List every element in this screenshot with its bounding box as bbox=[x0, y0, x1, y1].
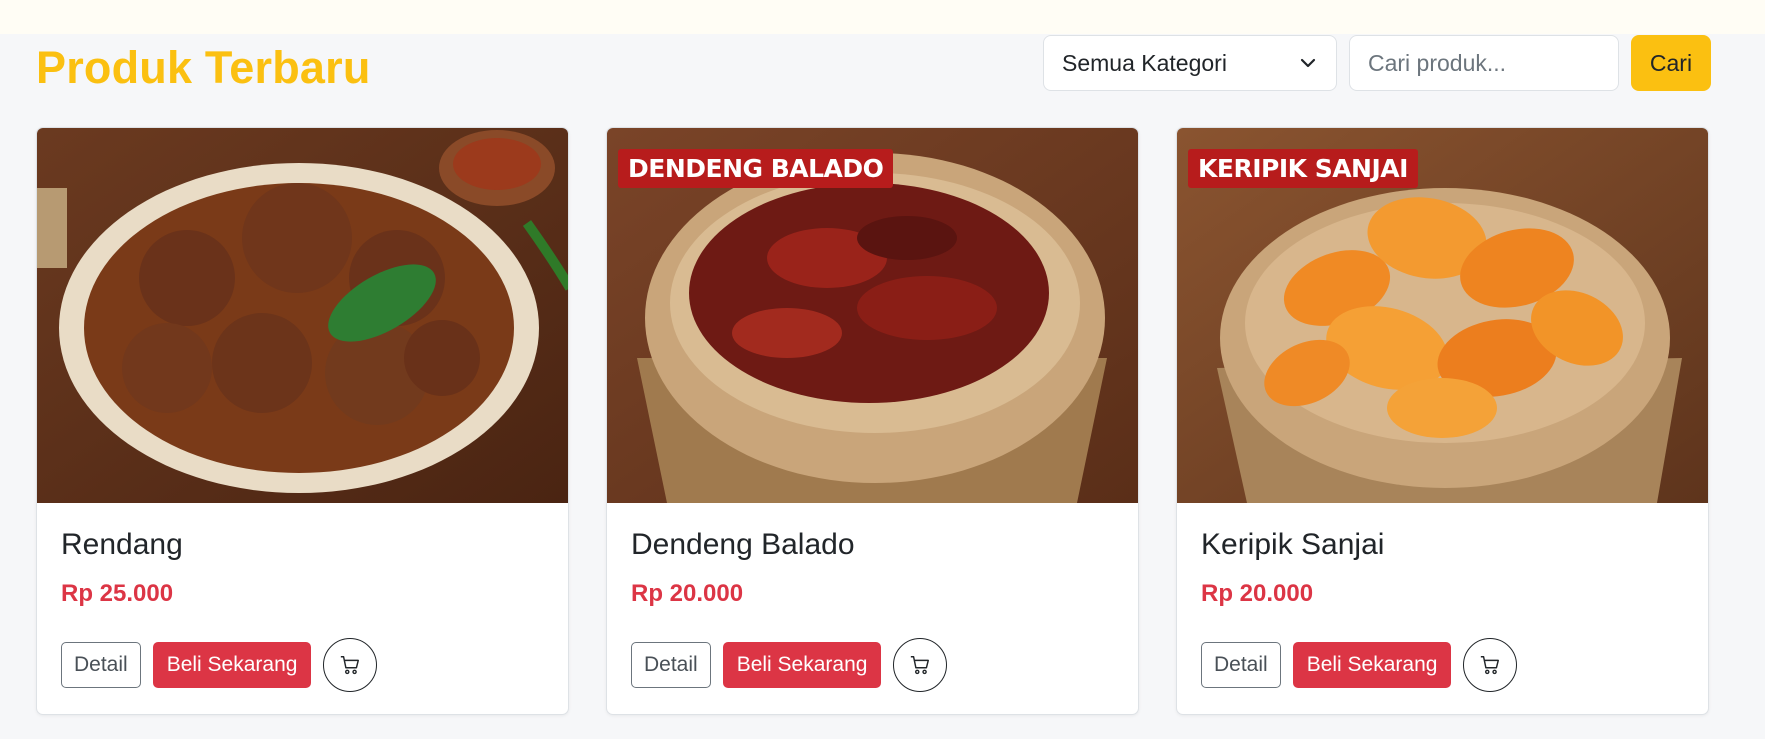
detail-button[interactable]: Detail bbox=[1201, 642, 1281, 688]
detail-button[interactable]: Detail bbox=[631, 642, 711, 688]
cart-icon bbox=[1481, 656, 1500, 675]
product-card: DENDENG BALADO Dendeng Balado Rp 20.000 … bbox=[606, 127, 1139, 715]
product-image[interactable] bbox=[37, 128, 568, 503]
buy-now-button[interactable]: Beli Sekarang bbox=[1292, 642, 1452, 688]
chevron-down-icon bbox=[1300, 58, 1316, 68]
buy-now-button[interactable]: Beli Sekarang bbox=[722, 642, 882, 688]
product-name: Dendeng Balado bbox=[631, 528, 855, 561]
add-to-cart-button[interactable] bbox=[323, 638, 378, 692]
cart-icon bbox=[911, 656, 930, 675]
card-body: Dendeng Balado Rp 20.000 Detail Beli Sek… bbox=[607, 503, 1138, 714]
top-strip bbox=[0, 0, 1765, 34]
search-button[interactable]: Cari bbox=[1631, 35, 1711, 91]
header: Produk Terbaru Semua Kategori Cari bbox=[36, 34, 1711, 94]
product-price: Rp 20.000 bbox=[631, 580, 744, 607]
cart-icon bbox=[341, 656, 360, 675]
page-title: Produk Terbaru bbox=[36, 42, 371, 93]
add-to-cart-button[interactable] bbox=[1463, 638, 1518, 692]
product-image[interactable]: DENDENG BALADO bbox=[607, 128, 1138, 503]
buy-now-button[interactable]: Beli Sekarang bbox=[152, 642, 312, 688]
product-price: Rp 25.000 bbox=[61, 580, 174, 607]
card-body: Keripik Sanjai Rp 20.000 Detail Beli Sek… bbox=[1177, 503, 1708, 714]
product-grid: Rendang Rp 25.000 Detail Beli Sekarang D… bbox=[36, 127, 1709, 715]
card-body: Rendang Rp 25.000 Detail Beli Sekarang bbox=[37, 503, 568, 714]
card-actions: Detail Beli Sekarang bbox=[1201, 638, 1684, 692]
image-label: KERIPIK SANJAI bbox=[1188, 149, 1418, 188]
card-actions: Detail Beli Sekarang bbox=[61, 638, 544, 692]
filter-controls: Semua Kategori Cari bbox=[1043, 35, 1711, 91]
detail-button[interactable]: Detail bbox=[61, 642, 141, 688]
product-card: Rendang Rp 25.000 Detail Beli Sekarang bbox=[36, 127, 569, 715]
product-name: Keripik Sanjai bbox=[1201, 528, 1385, 561]
image-label: DENDENG BALADO bbox=[618, 149, 894, 188]
product-card: KERIPIK SANJAI Keripik Sanjai Rp 20.000 … bbox=[1176, 127, 1709, 715]
category-select[interactable]: Semua Kategori bbox=[1043, 35, 1337, 91]
search-input[interactable] bbox=[1349, 35, 1619, 91]
product-name: Rendang bbox=[61, 528, 183, 561]
card-actions: Detail Beli Sekarang bbox=[631, 638, 1114, 692]
category-select-value: Semua Kategori bbox=[1062, 49, 1227, 76]
add-to-cart-button[interactable] bbox=[893, 638, 948, 692]
product-price: Rp 20.000 bbox=[1201, 580, 1314, 607]
product-image[interactable]: KERIPIK SANJAI bbox=[1177, 128, 1708, 503]
